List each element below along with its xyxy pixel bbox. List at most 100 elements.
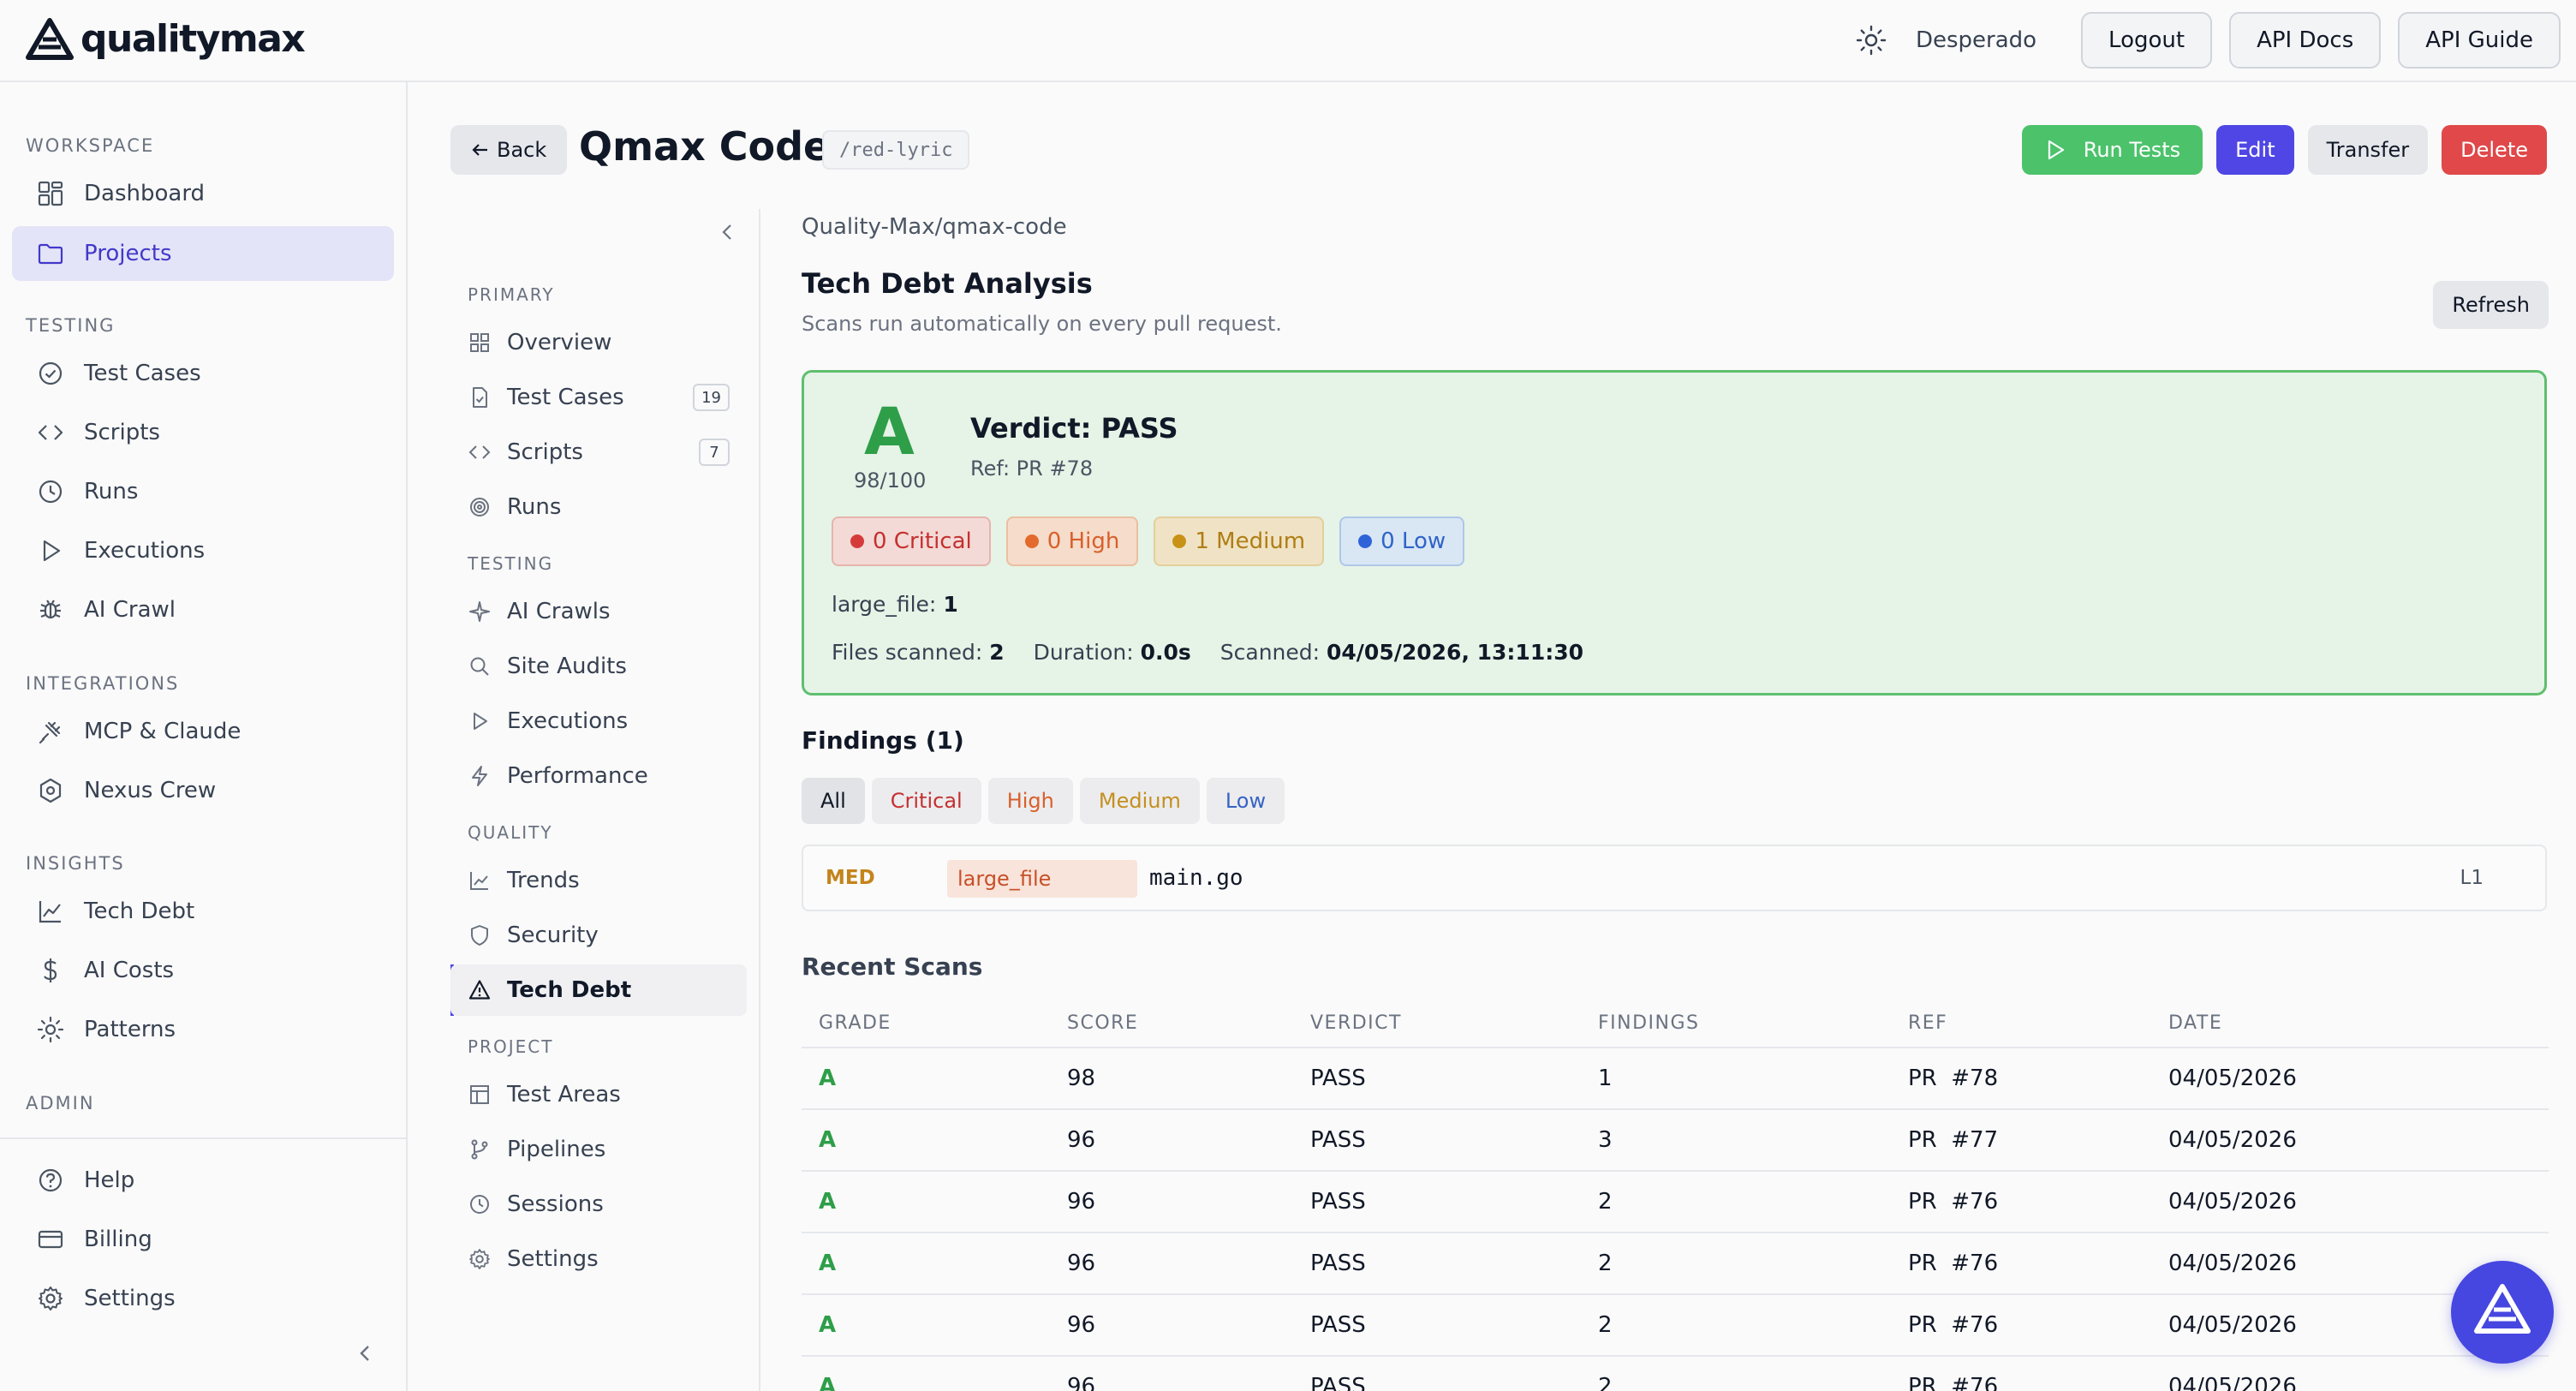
cell-score: 96 [1067, 1189, 1096, 1215]
project-nav-overview[interactable]: Overview [450, 317, 747, 368]
project-nav-test-areas[interactable]: Test Areas [450, 1069, 747, 1120]
column-header: SCORE [1067, 1012, 1139, 1034]
rule-label: large_file: [832, 592, 937, 617]
project-nav-label: Tech Debt [507, 977, 632, 1003]
collapse-sidebar-icon[interactable] [353, 1341, 377, 1365]
finding-rule: large_file [947, 860, 1137, 898]
table-row[interactable]: A 96 PASS 2 PR #76 04/05/2026 [802, 1357, 2549, 1391]
delete-button[interactable]: Delete [2442, 125, 2547, 175]
count-badge: 7 [699, 439, 730, 466]
sidebar-item-ai-costs[interactable]: AI Costs [12, 943, 394, 998]
sidebar-item-patterns[interactable]: Patterns [12, 1002, 394, 1057]
api-guide-button[interactable]: API Guide [2398, 12, 2561, 69]
edit-button[interactable]: Edit [2216, 125, 2294, 175]
sidebar-item-label: Dashboard [84, 181, 206, 206]
lightning-icon [472, 766, 487, 786]
filter-high-button[interactable]: High [987, 778, 1073, 824]
table-header: GRADE SCORE VERDICT FINDINGS REF DATE [802, 1000, 2549, 1048]
help-icon [39, 1168, 63, 1192]
back-label: Back [497, 138, 547, 162]
project-nav-executions[interactable]: Executions [450, 696, 747, 747]
severity-summary: 0 Critical 0 High 1 Medium 0 Low [832, 516, 1465, 566]
finding-file[interactable]: main.go [1149, 865, 1243, 891]
recent-scans-title: Recent Scans [802, 952, 983, 981]
scan-meta: Files scanned: 2 Duration: 0.0s Scanned:… [832, 640, 1583, 665]
git-branch-icon [471, 1139, 488, 1160]
repo-name[interactable]: Quality-Max/qmax-code [802, 214, 1067, 240]
sidebar-item-settings[interactable]: Settings [12, 1271, 394, 1326]
project-nav-label: Runs [507, 494, 562, 520]
project-nav-security[interactable]: Security [450, 910, 747, 961]
sidebar-item-test-cases[interactable]: Test Cases [12, 346, 394, 401]
project-nav-sessions[interactable]: Sessions [450, 1179, 747, 1230]
project-nav-tech-debt[interactable]: Tech Debt [450, 964, 747, 1016]
table-row[interactable]: A 98 PASS 1 PR #78 04/05/2026 [802, 1048, 2549, 1110]
project-nav-test-cases[interactable]: Test Cases 19 [450, 372, 747, 423]
code-icon [468, 445, 491, 459]
logo[interactable]: qualitymax [26, 17, 306, 61]
project-title: Qmax Code [579, 123, 831, 170]
cell-findings: 2 [1598, 1251, 1613, 1276]
sidebar-item-executions[interactable]: Executions [12, 523, 394, 578]
finding-row[interactable]: MED large_file main.go L1 [802, 845, 2547, 911]
sidebar-section-label: INTEGRATIONS [26, 673, 180, 694]
sidebar-item-runs[interactable]: Runs [12, 464, 394, 519]
refresh-button[interactable]: Refresh [2433, 281, 2549, 329]
sidebar-item-billing[interactable]: Billing [12, 1212, 394, 1267]
assistant-button[interactable] [2451, 1261, 2554, 1364]
shield-icon [471, 925, 488, 946]
project-nav-pipelines[interactable]: Pipelines [450, 1124, 747, 1175]
header-actions: Run Tests Edit Transfer Delete [2021, 125, 2547, 175]
medium-count-badge: 1 Medium [1154, 516, 1325, 566]
filter-critical-button[interactable]: Critical [871, 778, 981, 824]
filter-all-button[interactable]: All [802, 778, 865, 824]
files-scanned: Files scanned: 2 [832, 640, 1005, 665]
logout-button[interactable]: Logout [2081, 12, 2213, 69]
cell-score: 96 [1067, 1127, 1096, 1153]
table-row[interactable]: A 96 PASS 2 PR #76 04/05/2026 [802, 1233, 2549, 1295]
back-button[interactable]: Back [450, 125, 568, 175]
filter-medium-button[interactable]: Medium [1079, 778, 1200, 824]
table-row[interactable]: A 96 PASS 2 PR #76 04/05/2026 [802, 1172, 2549, 1233]
cell-ref: PR #78 [1908, 1066, 1999, 1091]
project-nav-label: Test Areas [507, 1082, 621, 1107]
project-nav-trends[interactable]: Trends [450, 855, 747, 906]
transfer-button[interactable]: Transfer [2307, 125, 2429, 175]
sidebar-item-dashboard[interactable]: Dashboard [12, 166, 394, 221]
project-nav-label: Executions [507, 708, 629, 734]
sidebar-item-ai-crawl[interactable]: AI Crawl [12, 582, 394, 637]
cell-verdict: PASS [1310, 1189, 1366, 1215]
count-badge: 19 [693, 384, 730, 411]
sidebar-divider [0, 1137, 408, 1139]
api-docs-button[interactable]: API Docs [2229, 12, 2382, 69]
project-nav-performance[interactable]: Performance [450, 750, 747, 802]
plug-icon [39, 721, 61, 744]
line-chart-icon [39, 901, 61, 923]
sidebar-item-nexus-crew[interactable]: Nexus Crew [12, 763, 394, 818]
filter-low-button[interactable]: Low [1206, 778, 1285, 824]
sidebar-item-mcp-claude[interactable]: MCP & Claude [12, 704, 394, 759]
sidebar-item-tech-debt[interactable]: Tech Debt [12, 884, 394, 939]
cell-score: 96 [1067, 1251, 1096, 1276]
sidebar-item-projects[interactable]: Projects [12, 226, 394, 281]
assistant-logo-icon [2474, 1284, 2531, 1334]
sidebar-item-help[interactable]: Help [12, 1153, 394, 1208]
table-row[interactable]: A 96 PASS 3 PR #77 04/05/2026 [802, 1110, 2549, 1172]
project-nav-settings[interactable]: Settings [450, 1233, 747, 1285]
finding-severity: MED [826, 867, 875, 889]
run-tests-button[interactable]: Run Tests [2021, 125, 2203, 175]
project-nav-site-audits[interactable]: Site Audits [450, 641, 747, 692]
project-nav-runs[interactable]: Runs [450, 481, 747, 533]
project-nav-ai-crawls[interactable]: AI Crawls [450, 586, 747, 637]
theme-toggle-icon[interactable] [1854, 23, 1888, 57]
score: 98/100 [854, 469, 927, 493]
table-row[interactable]: A 96 PASS 2 PR #76 04/05/2026 [802, 1295, 2549, 1357]
grid-icon [470, 333, 489, 352]
high-dot-icon [1024, 534, 1039, 548]
project-nav-scripts[interactable]: Scripts 7 [450, 427, 747, 478]
column-header: VERDICT [1310, 1012, 1402, 1034]
findings-title: Findings (1) [802, 726, 964, 755]
sidebar-item-scripts[interactable]: Scripts [12, 405, 394, 460]
play-icon [2048, 140, 2064, 160]
collapse-project-nav-icon[interactable] [716, 221, 738, 243]
